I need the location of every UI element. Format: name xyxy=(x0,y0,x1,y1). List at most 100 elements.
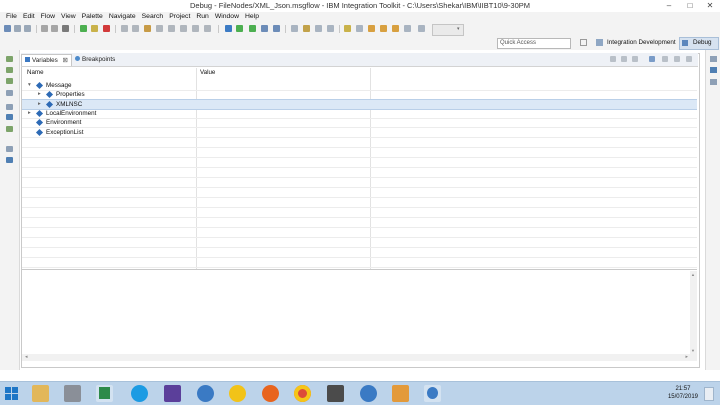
table-row[interactable]: ExceptionList xyxy=(22,128,697,138)
select-all-icon[interactable] xyxy=(632,56,638,62)
tasks-icon[interactable] xyxy=(6,126,13,132)
eclipse-icon[interactable] xyxy=(164,385,181,402)
package-explorer-icon[interactable] xyxy=(6,67,13,73)
suspend-icon[interactable] xyxy=(91,25,98,32)
scroll-up-icon[interactable]: ▲ xyxy=(691,272,695,277)
settings-app-icon[interactable] xyxy=(64,385,81,402)
details-pane-divider[interactable] xyxy=(22,269,697,270)
menu-window[interactable]: Window xyxy=(215,12,239,22)
restore-icon[interactable] xyxy=(710,56,717,62)
scroll-down-icon[interactable]: ▼ xyxy=(691,348,695,353)
skype-icon[interactable] xyxy=(131,385,148,402)
expand-toggle-icon[interactable]: ▸ xyxy=(28,110,31,117)
firefox-icon[interactable] xyxy=(262,385,279,402)
menu-edit[interactable]: Edit xyxy=(23,12,35,22)
forward-icon[interactable] xyxy=(380,25,387,32)
outline-icon[interactable] xyxy=(710,67,717,73)
scroll-left-icon[interactable]: ◂ xyxy=(25,354,28,360)
search-icon[interactable] xyxy=(303,25,310,32)
quick-access-input[interactable]: Quick Access xyxy=(497,38,571,49)
maximize-button[interactable]: □ xyxy=(683,0,697,11)
open-perspective-icon[interactable] xyxy=(580,39,587,46)
minimize-button[interactable]: – xyxy=(662,0,676,11)
chevron-down-icon[interactable]: ▾ xyxy=(457,26,460,32)
toolbar-tool-icon[interactable] xyxy=(418,25,425,32)
tab-breakpoints[interactable]: Breakpoints xyxy=(72,54,118,65)
menu-flow[interactable]: Flow xyxy=(41,12,55,22)
run-icon[interactable] xyxy=(236,25,243,32)
toolbar-tool-icon[interactable] xyxy=(356,25,363,32)
expand-toggle-icon[interactable]: ▸ xyxy=(38,101,41,108)
restore-icon[interactable] xyxy=(6,104,13,110)
forward-icon[interactable] xyxy=(392,25,399,32)
view-menu-icon[interactable] xyxy=(662,56,668,62)
console-icon[interactable] xyxy=(6,114,13,120)
menu-palette[interactable]: Palette xyxy=(82,12,103,22)
annotation-icon[interactable] xyxy=(315,25,322,32)
column-header-name[interactable]: Name xyxy=(27,68,44,77)
vertical-scrollbar[interactable]: ▲ ▼ xyxy=(690,271,697,354)
system-clock[interactable]: 21:57 15/07/2019 xyxy=(668,385,698,401)
copy-icon[interactable] xyxy=(41,25,48,32)
external-tools-icon[interactable] xyxy=(261,25,268,32)
tab-variables[interactable]: Variables ⊠ xyxy=(21,54,72,66)
scroll-right-icon[interactable]: ▸ xyxy=(685,354,688,360)
menu-project[interactable]: Project xyxy=(169,12,190,22)
table-row[interactable]: Environment xyxy=(22,118,697,128)
toolbar-tool-icon[interactable] xyxy=(710,79,717,85)
norton-icon[interactable] xyxy=(229,385,246,402)
step-filter-icon[interactable] xyxy=(180,25,187,32)
network-icon[interactable] xyxy=(197,385,214,402)
pin-icon[interactable] xyxy=(344,25,351,32)
expand-toggle-icon[interactable]: ▾ xyxy=(28,82,31,89)
toolbar-tool-icon[interactable] xyxy=(404,25,411,32)
perspective-integration-development[interactable]: Integration Development xyxy=(604,38,679,48)
step-return-icon[interactable] xyxy=(156,25,163,32)
menu-search[interactable]: Search xyxy=(142,12,164,22)
restore-icon[interactable] xyxy=(6,146,13,152)
menu-run[interactable]: Run xyxy=(196,12,208,22)
disconnect-icon[interactable] xyxy=(121,25,128,32)
excel-app-tile[interactable] xyxy=(96,385,113,402)
maximize-view-icon[interactable] xyxy=(686,56,692,62)
ibm-toolkit-tile[interactable] xyxy=(424,385,441,402)
resume-icon[interactable] xyxy=(80,25,87,32)
menu-file[interactable]: File xyxy=(6,12,17,22)
save-icon[interactable] xyxy=(14,25,21,32)
terminate-icon[interactable] xyxy=(103,25,110,32)
restore-icon[interactable] xyxy=(6,56,13,62)
new-icon[interactable] xyxy=(4,25,11,32)
drop-to-frame-icon[interactable] xyxy=(168,25,175,32)
cut-icon[interactable] xyxy=(62,25,69,32)
toolbar-tool-icon[interactable] xyxy=(192,25,199,32)
paste-icon[interactable] xyxy=(51,25,58,32)
menu-view[interactable]: View xyxy=(61,12,76,22)
layout-icon[interactable] xyxy=(649,56,655,62)
properties-icon[interactable] xyxy=(6,157,13,163)
save-all-icon[interactable] xyxy=(24,25,31,32)
windows-start-icon[interactable] xyxy=(5,387,11,393)
media-app-icon[interactable] xyxy=(327,385,344,402)
menu-help[interactable]: Help xyxy=(245,12,259,22)
annotation-icon[interactable] xyxy=(327,25,334,32)
globe-icon[interactable] xyxy=(360,385,377,402)
step-over-icon[interactable] xyxy=(144,25,151,32)
package-app-icon[interactable] xyxy=(392,385,409,402)
debug-view-icon[interactable] xyxy=(6,78,13,84)
back-icon[interactable] xyxy=(368,25,375,32)
minimize-view-icon[interactable] xyxy=(674,56,680,62)
show-type-names-icon[interactable] xyxy=(621,56,627,62)
expand-toggle-icon[interactable]: ▸ xyxy=(38,91,41,98)
notification-icon[interactable] xyxy=(704,387,714,401)
coverage-icon[interactable] xyxy=(273,25,280,32)
file-explorer-icon[interactable] xyxy=(32,385,49,402)
debug-icon[interactable] xyxy=(225,25,232,32)
toolbar-tool-icon[interactable] xyxy=(204,25,211,32)
chrome-icon[interactable] xyxy=(294,385,311,402)
open-type-icon[interactable] xyxy=(291,25,298,32)
close-button[interactable]: ✕ xyxy=(703,0,717,11)
collapse-all-icon[interactable] xyxy=(610,56,616,62)
menu-navigate[interactable]: Navigate xyxy=(109,12,136,22)
run-last-icon[interactable] xyxy=(249,25,256,32)
column-header-value[interactable]: Value xyxy=(200,68,215,77)
